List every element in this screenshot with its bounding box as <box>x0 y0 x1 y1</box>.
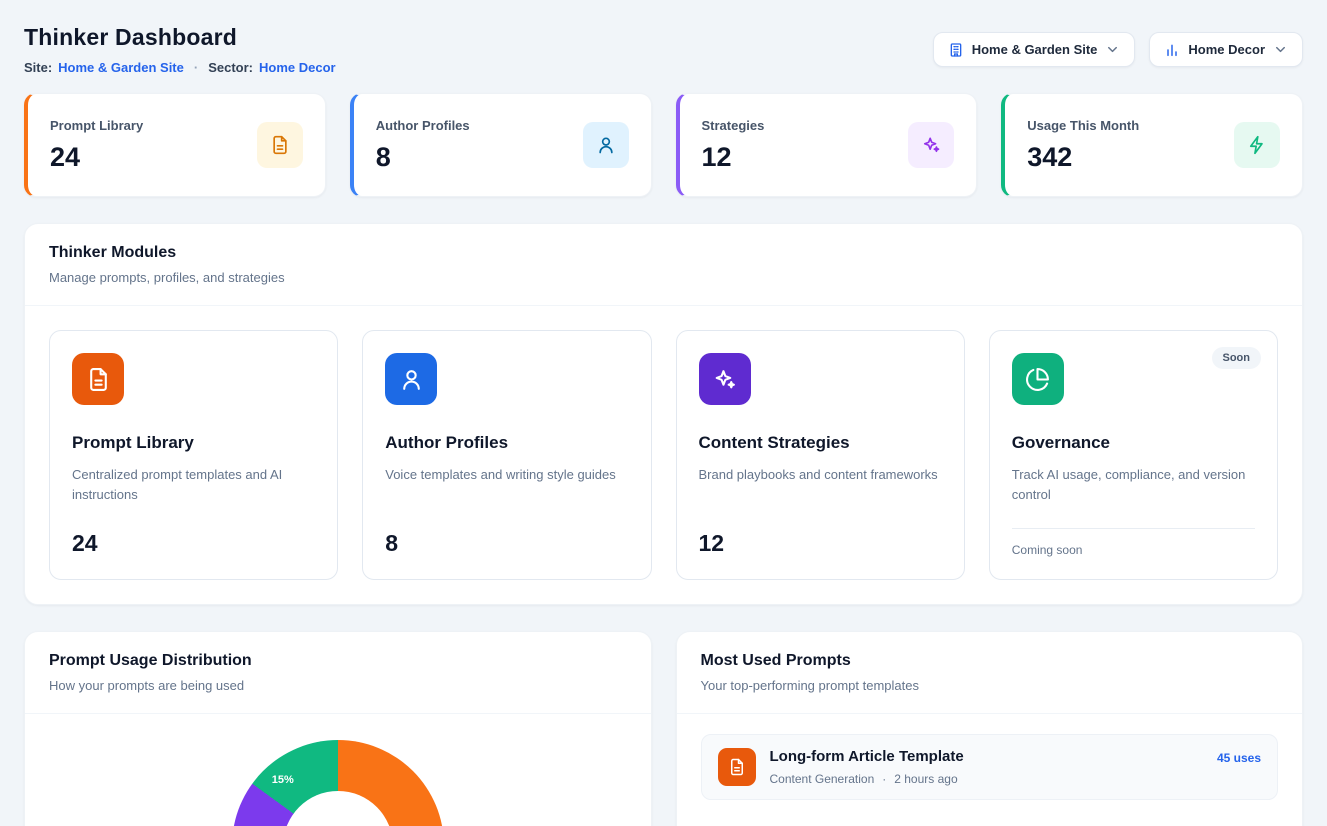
prompts-panel-header: Most Used Prompts Your top-performing pr… <box>677 632 1303 714</box>
module-card-author-profiles[interactable]: Author Profiles Voice templates and writ… <box>362 330 651 580</box>
modules-subtitle: Manage prompts, profiles, and strategies <box>49 270 1278 285</box>
sector-link[interactable]: Home Decor <box>259 60 336 75</box>
stat-label: Author Profiles <box>376 118 470 133</box>
chevron-down-icon <box>1273 42 1288 57</box>
prompt-item-meta: Content Generation · 2 hours ago <box>770 772 1203 786</box>
user-icon <box>385 353 437 405</box>
prompts-title: Most Used Prompts <box>701 652 1279 670</box>
dashboard-page: Thinker Dashboard Site: Home & Garden Si… <box>0 0 1327 826</box>
usage-title: Prompt Usage Distribution <box>49 652 627 670</box>
module-card-content-strategies[interactable]: Content Strategies Brand playbooks and c… <box>676 330 965 580</box>
site-selector-dropdown[interactable]: Home & Garden Site <box>933 32 1136 67</box>
meta-separator: · <box>194 60 198 75</box>
stats-row: Prompt Library 24 Author Profiles 8 Stra… <box>24 93 1303 197</box>
pie-chart-icon <box>1012 353 1064 405</box>
stat-card-strategies: Strategies 12 <box>676 93 978 197</box>
chart-area: 15% <box>25 740 651 826</box>
donut-segment-label: 15% <box>272 774 294 786</box>
building-icon <box>948 42 964 58</box>
prompt-item-uses: 45 uses <box>1217 751 1261 765</box>
stat-text: Strategies 12 <box>702 118 765 173</box>
prompt-item-main: Long-form Article Template Content Gener… <box>770 748 1203 786</box>
chevron-down-icon <box>1105 42 1120 57</box>
module-card-governance[interactable]: Soon Governance Track AI usage, complian… <box>989 330 1278 580</box>
stat-text: Usage This Month 342 <box>1027 118 1139 173</box>
sparkle-star-icon <box>699 353 751 405</box>
stat-card-author-profiles: Author Profiles 8 <box>350 93 652 197</box>
bar-chart-icon <box>1164 42 1180 58</box>
page-title: Thinker Dashboard <box>24 24 336 51</box>
page-header: Thinker Dashboard Site: Home & Garden Si… <box>24 24 1303 75</box>
modules-panel-header: Thinker Modules Manage prompts, profiles… <box>25 224 1302 306</box>
stat-value: 342 <box>1027 142 1139 173</box>
module-description: Brand playbooks and content frameworks <box>699 465 942 485</box>
stat-card-usage: Usage This Month 342 <box>1001 93 1303 197</box>
prompt-item-time: 2 hours ago <box>894 772 957 786</box>
module-count: 12 <box>699 530 942 557</box>
stat-label: Usage This Month <box>1027 118 1139 133</box>
lightning-bolt-icon <box>1234 122 1280 168</box>
soon-badge: Soon <box>1212 347 1262 369</box>
module-description: Centralized prompt templates and AI inst… <box>72 465 315 505</box>
sector-selector-label: Home Decor <box>1188 42 1265 57</box>
usage-subtitle: How your prompts are being used <box>49 678 627 693</box>
module-title: Prompt Library <box>72 433 315 453</box>
sparkle-star-icon <box>908 122 954 168</box>
header-left: Thinker Dashboard Site: Home & Garden Si… <box>24 24 336 75</box>
module-title: Governance <box>1012 433 1255 453</box>
document-icon <box>72 353 124 405</box>
usage-distribution-panel: Prompt Usage Distribution How your promp… <box>24 631 652 826</box>
stat-value: 24 <box>50 142 143 173</box>
document-icon <box>718 748 756 786</box>
module-description: Track AI usage, compliance, and version … <box>1012 465 1255 505</box>
breadcrumb: Site: Home & Garden Site · Sector: Home … <box>24 60 336 75</box>
prompt-item-category: Content Generation <box>770 772 875 786</box>
most-used-prompts-panel: Most Used Prompts Your top-performing pr… <box>676 631 1304 826</box>
site-link[interactable]: Home & Garden Site <box>58 60 184 75</box>
stat-value: 8 <box>376 142 470 173</box>
module-count: 24 <box>72 530 315 557</box>
stat-label: Prompt Library <box>50 118 143 133</box>
user-icon <box>583 122 629 168</box>
sector-label: Sector: <box>208 60 253 75</box>
header-actions: Home & Garden Site Home Decor <box>933 32 1303 67</box>
meta-separator: · <box>882 772 886 786</box>
module-count: 8 <box>385 530 628 557</box>
module-title: Author Profiles <box>385 433 628 453</box>
usage-panel-header: Prompt Usage Distribution How your promp… <box>25 632 651 714</box>
module-description: Voice templates and writing style guides <box>385 465 628 485</box>
stat-text: Author Profiles 8 <box>376 118 470 173</box>
stat-text: Prompt Library 24 <box>50 118 143 173</box>
modules-panel: Thinker Modules Manage prompts, profiles… <box>24 223 1303 605</box>
donut-chart: 15% <box>232 740 444 826</box>
bottom-row: Prompt Usage Distribution How your promp… <box>24 631 1303 826</box>
module-card-prompt-library[interactable]: Prompt Library Centralized prompt templa… <box>49 330 338 580</box>
prompts-subtitle: Your top-performing prompt templates <box>701 678 1279 693</box>
site-selector-label: Home & Garden Site <box>972 42 1098 57</box>
stat-value: 12 <box>702 142 765 173</box>
stat-label: Strategies <box>702 118 765 133</box>
modules-grid: Prompt Library Centralized prompt templa… <box>25 306 1302 604</box>
module-title: Content Strategies <box>699 433 942 453</box>
prompt-item-title: Long-form Article Template <box>770 748 1203 765</box>
sector-selector-dropdown[interactable]: Home Decor <box>1149 32 1303 67</box>
module-coming-soon: Coming soon <box>1012 528 1255 557</box>
site-label: Site: <box>24 60 52 75</box>
document-icon <box>257 122 303 168</box>
stat-card-prompt-library: Prompt Library 24 <box>24 93 326 197</box>
prompt-list-item[interactable]: Long-form Article Template Content Gener… <box>701 734 1279 800</box>
prompt-list: Long-form Article Template Content Gener… <box>677 714 1303 820</box>
modules-title: Thinker Modules <box>49 244 1278 262</box>
